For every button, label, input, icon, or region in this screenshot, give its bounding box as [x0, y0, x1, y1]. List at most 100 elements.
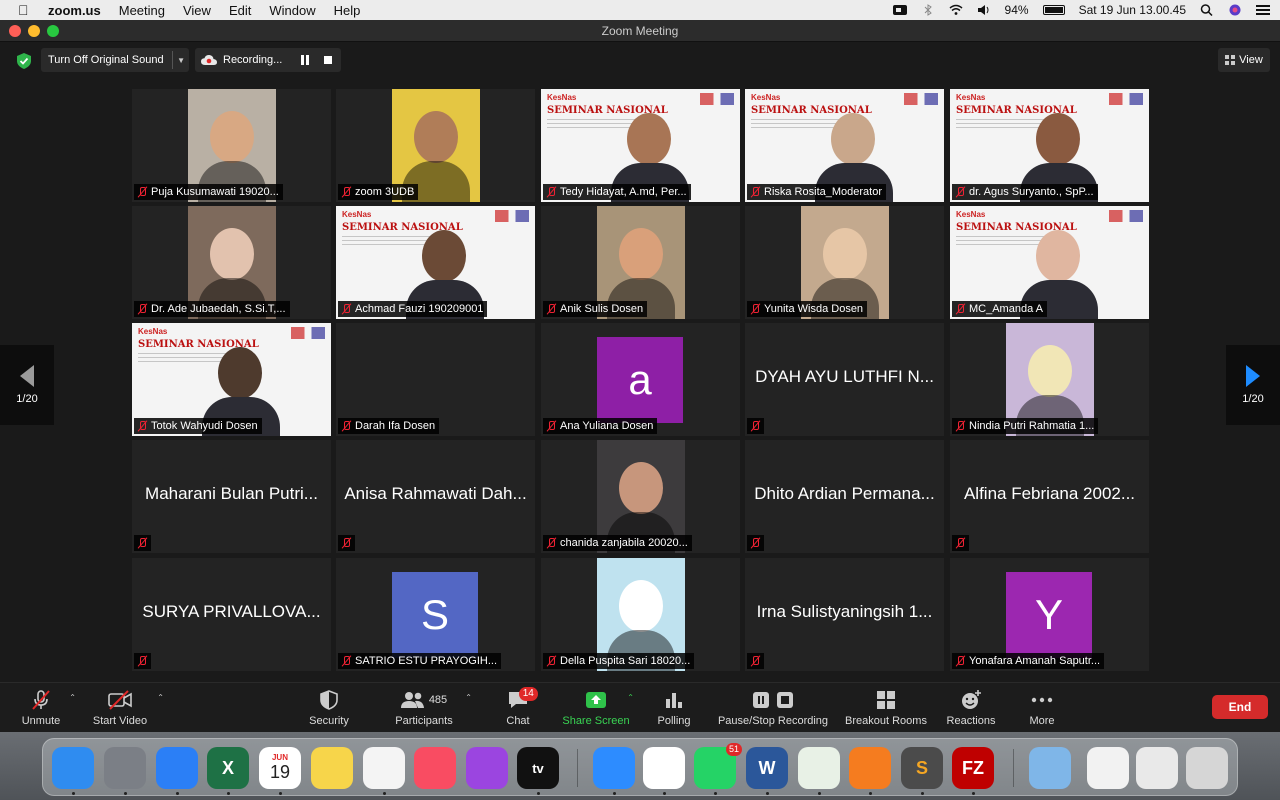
dock-app-launchpad-icon[interactable]: [104, 747, 146, 789]
dock-app-reminders-icon[interactable]: [363, 747, 405, 789]
participant-tile[interactable]: KesNas SEMINAR NASIONAL MC_Amanda A: [950, 206, 1149, 319]
dock-app-notes-icon[interactable]: [311, 747, 353, 789]
chevron-down-icon[interactable]: ▼: [177, 56, 185, 65]
audio-options-chevron-icon[interactable]: ⌃: [69, 693, 76, 702]
microphone-muted-icon: [341, 420, 351, 432]
share-screen-button[interactable]: Share Screen ⌃: [560, 689, 634, 729]
participant-tile[interactable]: Dr. Ade Jubaedah, S.Si.T,...: [132, 206, 331, 319]
participant-tile[interactable]: SURYA PRIVALLOVA...: [132, 558, 331, 671]
original-sound-button[interactable]: Turn Off Original Sound ▼: [41, 48, 189, 72]
participant-tile[interactable]: Della Puspita Sari 18020...: [541, 558, 740, 671]
participant-tile[interactable]: KesNas SEMINAR NASIONAL Tedy Hidayat, A.md…: [541, 89, 740, 202]
dock-app-appletv-icon[interactable]: tv: [517, 747, 559, 789]
menu-edit[interactable]: Edit: [229, 3, 251, 18]
dock-app-zoom-icon[interactable]: [593, 747, 635, 789]
wifi-icon[interactable]: [949, 4, 963, 16]
participant-name: Puja Kusumawati 19020...: [151, 186, 279, 198]
participant-tile[interactable]: KesNas SEMINAR NASIONAL Riska Rosita_Moder…: [745, 89, 944, 202]
spotlight-search-icon[interactable]: [1200, 4, 1214, 16]
participant-tile[interactable]: Puja Kusumawati 19020...: [132, 89, 331, 202]
participant-tile[interactable]: Anik Sulis Dosen: [541, 206, 740, 319]
participant-tile[interactable]: KesNas SEMINAR NASIONAL dr. Agus Suryanto.…: [950, 89, 1149, 202]
participant-tile[interactable]: Irna Sulistyaningsih 1...: [745, 558, 944, 671]
page-indicator-left: 1/20: [16, 393, 38, 405]
dock-app-chrome-icon[interactable]: [643, 747, 685, 789]
dock-app-filezilla-icon[interactable]: FZ: [952, 747, 994, 789]
menu-window[interactable]: Window: [269, 3, 315, 18]
share-options-chevron-icon[interactable]: ⌃: [627, 693, 634, 702]
dock-app-word-icon[interactable]: W: [746, 747, 788, 789]
control-center-icon[interactable]: [1256, 4, 1270, 16]
menu-meeting[interactable]: Meeting: [119, 3, 165, 18]
participants-chevron-icon[interactable]: ⌃: [465, 693, 472, 702]
dock-app-safari-icon[interactable]: [156, 747, 198, 789]
participant-nameplate: Totok Wahyudi Dosen: [134, 418, 262, 434]
dock-app-anaconda-icon[interactable]: [798, 747, 840, 789]
menu-view[interactable]: View: [183, 3, 211, 18]
participant-name: MC_Amanda A: [969, 303, 1043, 315]
video-options-chevron-icon[interactable]: ⌃: [157, 693, 164, 702]
dock-app-app-orange-icon[interactable]: [849, 747, 891, 789]
microphone-muted-icon: [750, 537, 760, 549]
participant-nameplate: Puja Kusumawati 19020...: [134, 184, 283, 200]
participant-tile[interactable]: chanida zanjabila 20020...: [541, 440, 740, 553]
dock-app-podcasts-icon[interactable]: [466, 747, 508, 789]
end-meeting-button[interactable]: End: [1212, 695, 1268, 719]
participant-tile[interactable]: S SATRIO ESTU PRAYOGIH...: [336, 558, 535, 671]
dock-app-trash-icon[interactable]: [1186, 747, 1228, 789]
participant-tile[interactable]: zoom 3UDB: [336, 89, 535, 202]
app-running-indicator: [227, 792, 230, 795]
participant-tile[interactable]: Darah Ifa Dosen: [336, 323, 535, 436]
dock-app-music-icon[interactable]: [414, 747, 456, 789]
participant-tile[interactable]: Nindia Putri Rahmatia 1...: [950, 323, 1149, 436]
participant-tile[interactable]: DYAH AYU LUTHFI N...: [745, 323, 944, 436]
dock-app-sublime-icon[interactable]: S: [901, 747, 943, 789]
participant-tile[interactable]: Dhito Ardian Permana...: [745, 440, 944, 553]
university-logos: [904, 93, 938, 105]
view-button[interactable]: View: [1218, 48, 1270, 72]
menu-help[interactable]: Help: [334, 3, 361, 18]
participants-button[interactable]: 485 Participants ⌃: [392, 689, 472, 729]
dock-app-downloads-icon[interactable]: [1029, 747, 1071, 789]
dock-app-finder-icon[interactable]: [52, 747, 94, 789]
more-button[interactable]: More: [1024, 689, 1060, 729]
volume-icon[interactable]: [977, 4, 991, 16]
reactions-button[interactable]: Reactions: [944, 689, 998, 729]
menubar-clock[interactable]: Sat 19 Jun 13.00.45: [1079, 3, 1186, 17]
pause-recording-icon[interactable]: [301, 55, 309, 65]
participant-tile[interactable]: a Ana Yuliana Dosen: [541, 323, 740, 436]
window-minimize-button[interactable]: [28, 25, 40, 37]
participant-nameplate: [134, 653, 151, 669]
previous-page-button[interactable]: 1/20: [0, 345, 54, 425]
menu-app-name[interactable]: zoom.us: [48, 3, 101, 18]
encryption-shield-icon[interactable]: [15, 52, 33, 70]
security-button[interactable]: Security: [305, 689, 353, 729]
participant-tile[interactable]: Anisa Rahmawati Dah...: [336, 440, 535, 553]
window-close-button[interactable]: [9, 25, 21, 37]
participant-tile[interactable]: Yunita Wisda Dosen: [745, 206, 944, 319]
participant-tile[interactable]: Alfina Febriana 2002...: [950, 440, 1149, 553]
dock-app-excel-icon[interactable]: X: [207, 747, 249, 789]
window-zoom-button[interactable]: [47, 25, 59, 37]
breakout-rooms-button[interactable]: Breakout Rooms: [843, 689, 929, 729]
pause-stop-recording-button[interactable]: Pause/Stop Recording: [716, 689, 830, 729]
polling-button[interactable]: Polling: [654, 689, 694, 729]
bluetooth-icon[interactable]: [921, 4, 935, 16]
stop-recording-icon[interactable]: [324, 56, 332, 64]
zoom-status-icon[interactable]: [892, 4, 907, 16]
dock-app-zoom-window-icon[interactable]: [1136, 747, 1178, 789]
unmute-button[interactable]: Unmute ⌃: [18, 689, 76, 729]
participant-tile[interactable]: KesNas SEMINAR NASIONAL Achmad Fauzi 19020…: [336, 206, 535, 319]
dock-app-calendar-icon[interactable]: JUN 19: [259, 747, 301, 789]
participant-tile[interactable]: Y Yonafara Amanah Saputr...: [950, 558, 1149, 671]
apple-icon[interactable]: : [18, 2, 36, 18]
chat-button[interactable]: 14 Chat: [500, 687, 538, 729]
siri-icon[interactable]: [1228, 4, 1242, 16]
start-video-button[interactable]: Start Video ⌃: [88, 689, 164, 729]
participant-tile[interactable]: Maharani Bulan Putri...: [132, 440, 331, 553]
next-page-button[interactable]: 1/20: [1226, 345, 1280, 425]
dock-app-doc-preview-icon[interactable]: [1087, 747, 1129, 789]
participant-tile[interactable]: KesNas SEMINAR NASIONAL Totok Wahyudi Dose…: [132, 323, 331, 436]
battery-icon[interactable]: [1042, 5, 1065, 15]
dock-app-whatsapp-icon[interactable]: 51: [694, 743, 742, 789]
